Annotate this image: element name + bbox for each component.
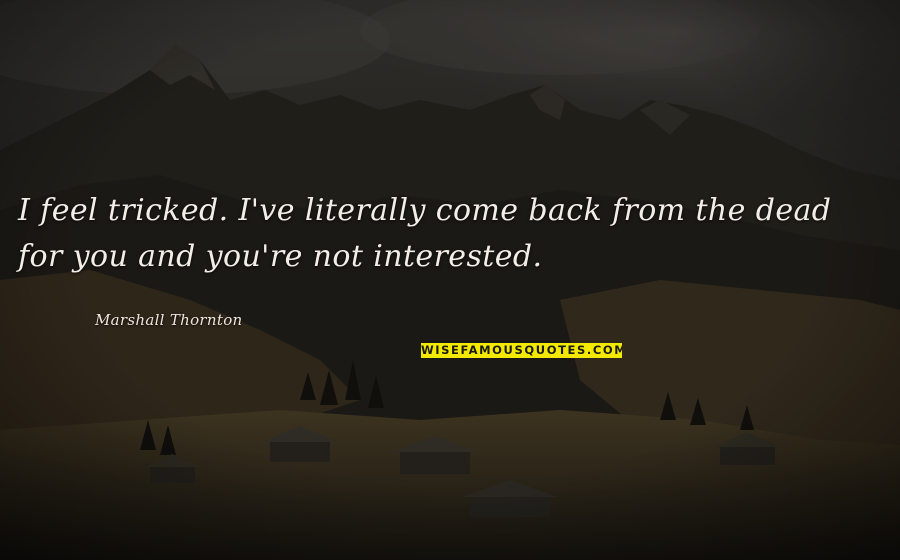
quote-card: I feel tricked. I've literally come back… (0, 0, 900, 560)
quote-line-1: I feel tricked. I've literally come back… (18, 193, 832, 228)
dim-overlay (0, 0, 900, 560)
quote-author: Marshall Thornton (95, 311, 243, 329)
mountain-landscape-background (0, 0, 900, 560)
watermark-logo: WISEFAMOUSQUOTES.COM (421, 343, 622, 358)
quote-text: I feel tricked. I've literally come back… (18, 188, 888, 280)
quote-line-2: for you and you're not interested. (18, 239, 543, 274)
